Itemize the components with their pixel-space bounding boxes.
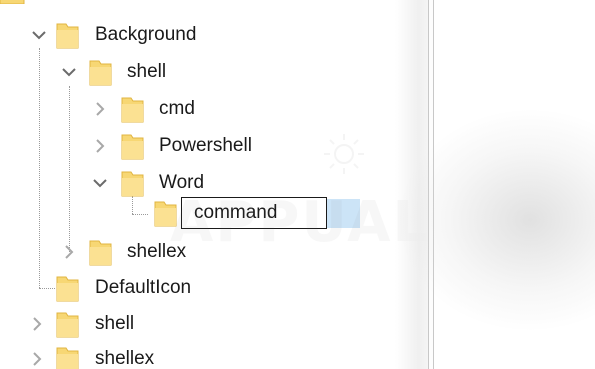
rename-input[interactable] bbox=[181, 197, 327, 229]
registry-values-pane[interactable] bbox=[434, 0, 595, 369]
chevron-right-icon[interactable] bbox=[29, 351, 45, 367]
folder-icon bbox=[121, 97, 144, 123]
registry-editor-window: Background shell cmd Powershell Word com… bbox=[0, 0, 595, 369]
chevron-right-icon[interactable] bbox=[29, 316, 45, 332]
tree-node-defaulticon[interactable]: DefaultIcon bbox=[0, 270, 260, 307]
registry-tree-pane[interactable]: Background shell cmd Powershell Word com… bbox=[0, 0, 432, 369]
folder-icon bbox=[56, 312, 79, 338]
folder-icon bbox=[89, 240, 112, 266]
folder-icon bbox=[56, 276, 79, 302]
folder-icon bbox=[56, 23, 79, 49]
lightbulb-icon bbox=[324, 134, 364, 174]
tree-node-label: shellex bbox=[95, 348, 155, 369]
folder-icon bbox=[121, 134, 144, 160]
selection-highlight bbox=[327, 199, 360, 228]
tree-node-background[interactable]: Background bbox=[0, 17, 260, 54]
folder-icon bbox=[154, 201, 177, 227]
tree-node-label: Background bbox=[95, 24, 197, 45]
tree-node-shell[interactable]: shell bbox=[0, 54, 260, 91]
tree-node-powershell[interactable]: Powershell bbox=[0, 128, 290, 165]
tree-node-shellex[interactable]: shellex bbox=[0, 234, 260, 271]
folder-icon bbox=[89, 60, 112, 86]
tree-node-label: shellex bbox=[127, 241, 187, 262]
tree-node-shellex-root[interactable]: shellex bbox=[0, 341, 260, 369]
tree-node-label: Powershell bbox=[159, 135, 252, 156]
chevron-down-icon[interactable] bbox=[61, 64, 77, 80]
tree-node-label: cmd bbox=[159, 98, 195, 119]
chevron-right-icon[interactable] bbox=[61, 244, 77, 260]
folder-icon bbox=[56, 347, 79, 369]
tree-node-label: Word bbox=[159, 172, 205, 193]
chevron-right-icon[interactable] bbox=[92, 138, 108, 154]
tree-node-label: shell bbox=[95, 313, 135, 334]
tree-node-label: DefaultIcon bbox=[95, 277, 192, 298]
tree-node-label: shell bbox=[127, 61, 167, 82]
folder-icon bbox=[0, 0, 25, 4]
chevron-right-icon[interactable] bbox=[92, 101, 108, 117]
tree-node-shell-root[interactable]: shell bbox=[0, 306, 260, 343]
folder-icon bbox=[121, 171, 144, 197]
chevron-down-icon[interactable] bbox=[31, 27, 47, 43]
tree-node-cmd[interactable]: cmd bbox=[0, 91, 260, 128]
chevron-down-icon[interactable] bbox=[92, 175, 108, 191]
